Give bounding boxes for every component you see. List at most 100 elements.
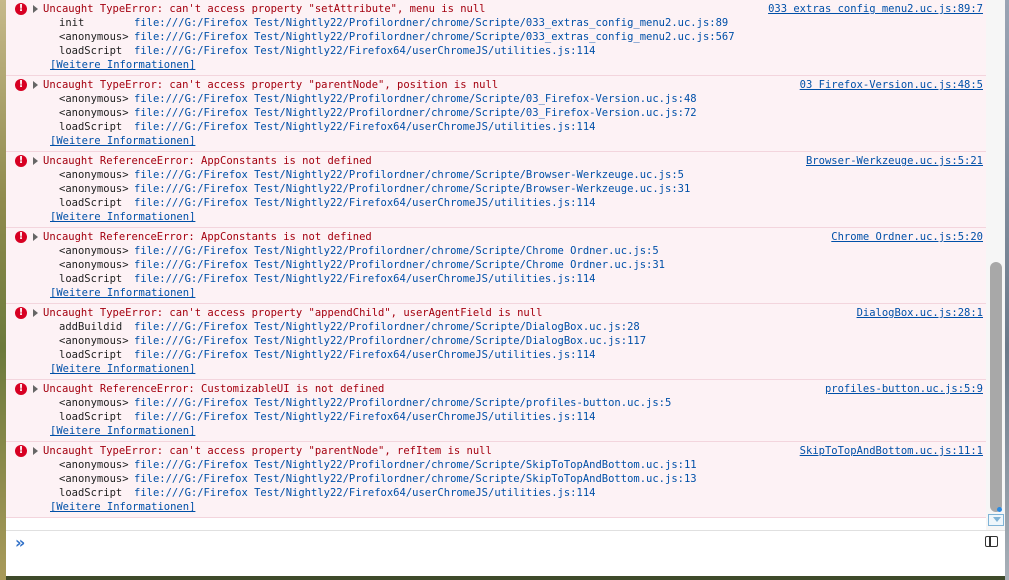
frame-location-link[interactable]: file:///G:/Firefox Test/Nightly22/Profil… <box>134 168 684 182</box>
more-info-link[interactable]: [Weitere Informationen] <box>50 210 195 224</box>
message-header: ! Uncaught TypeError: can't access proper… <box>6 2 986 16</box>
sidebar-toggle-icon[interactable] <box>985 536 998 547</box>
frame-function: <anonymous> <box>59 93 129 105</box>
frame-location-link[interactable]: file:///G:/Firefox Test/Nightly22/Profil… <box>134 92 697 106</box>
stack-frame: loadScript file:///G:/Firefox Test/Nightl… <box>6 44 986 58</box>
source-link[interactable]: 033 extras config menu2.uc.js:89:7 <box>768 2 983 16</box>
frame-location-link[interactable]: file:///G:/Firefox Test/Nightly22/Profil… <box>134 30 735 44</box>
frame-location-link[interactable]: file:///G:/Firefox Test/Nightly22/Profil… <box>134 244 659 258</box>
console-input[interactable] <box>38 535 942 557</box>
error-message-text: Uncaught TypeError: can't access propert… <box>43 307 543 319</box>
console-log: ! Uncaught TypeError: can't access proper… <box>6 0 986 530</box>
stack-frame: <anonymous> file:///G:/Firefox Test/Night… <box>6 168 986 182</box>
frame-function: loadScript <box>59 45 123 57</box>
more-info-row: [Weitere Informationen] <box>6 362 986 376</box>
frame-location-link[interactable]: file:///G:/Firefox Test/Nightly22/Firefo… <box>134 410 595 424</box>
console-message: ! Uncaught ReferenceError: CustomizableUI… <box>6 380 986 442</box>
more-info-row: [Weitere Informationen] <box>6 424 986 438</box>
more-info-link[interactable]: [Weitere Informationen] <box>50 362 195 376</box>
expand-triangle-icon[interactable] <box>33 447 38 455</box>
frame-function: <anonymous> <box>59 473 129 485</box>
message-header: ! Uncaught TypeError: can't access proper… <box>6 444 986 458</box>
more-info-link[interactable]: [Weitere Informationen] <box>50 500 195 514</box>
frame-location-link[interactable]: file:///G:/Firefox Test/Nightly22/Profil… <box>134 472 697 486</box>
prompt-chevron-icon: » <box>15 533 26 552</box>
more-info-row: [Weitere Informationen] <box>6 58 986 72</box>
expand-triangle-icon[interactable] <box>33 385 38 393</box>
stack-frame: addBuildid file:///G:/Firefox Test/Nightl… <box>6 320 986 334</box>
expand-triangle-icon[interactable] <box>33 309 38 317</box>
stack-frame: <anonymous> file:///G:/Firefox Test/Night… <box>6 106 986 120</box>
frame-location-link[interactable]: file:///G:/Firefox Test/Nightly22/Profil… <box>134 320 640 334</box>
frame-location-link[interactable]: file:///G:/Firefox Test/Nightly22/Firefo… <box>134 348 595 362</box>
stack-frame: loadScript file:///G:/Firefox Test/Nightl… <box>6 120 986 134</box>
frame-function: loadScript <box>59 273 123 285</box>
frame-function: <anonymous> <box>59 335 129 347</box>
more-info-link[interactable]: [Weitere Informationen] <box>50 424 195 438</box>
expand-triangle-icon[interactable] <box>33 233 38 241</box>
source-link[interactable]: Chrome Ordner.uc.js:5:20 <box>831 230 983 244</box>
stack-frame: <anonymous> file:///G:/Firefox Test/Night… <box>6 92 986 106</box>
more-info-row: [Weitere Informationen] <box>6 210 986 224</box>
frame-location-link[interactable]: file:///G:/Firefox Test/Nightly22/Firefo… <box>134 272 595 286</box>
stack-frame: <anonymous> file:///G:/Firefox Test/Night… <box>6 258 986 272</box>
frame-function: <anonymous> <box>59 183 129 195</box>
frame-function: <anonymous> <box>59 459 129 471</box>
stack-frame: <anonymous> file:///G:/Firefox Test/Night… <box>6 30 986 44</box>
frame-location-link[interactable]: file:///G:/Firefox Test/Nightly22/Profil… <box>134 334 646 348</box>
frame-location-link[interactable]: file:///G:/Firefox Test/Nightly22/Firefo… <box>134 196 595 210</box>
frame-function: init <box>59 17 85 29</box>
stack-frame: loadScript file:///G:/Firefox Test/Nightl… <box>6 348 986 362</box>
frame-location-link[interactable]: file:///G:/Firefox Test/Nightly22/Firefo… <box>134 44 595 58</box>
error-message-text: Uncaught ReferenceError: AppConstants is… <box>43 155 372 167</box>
console-message: ! Uncaught TypeError: can't access proper… <box>6 304 986 380</box>
frame-location-link[interactable]: file:///G:/Firefox Test/Nightly22/Profil… <box>134 396 671 410</box>
frame-location-link[interactable]: file:///G:/Firefox Test/Nightly22/Profil… <box>134 458 697 472</box>
stack-frame: <anonymous> file:///G:/Firefox Test/Night… <box>6 472 986 486</box>
error-message-text: Uncaught ReferenceError: CustomizableUI … <box>43 383 385 395</box>
frame-location-link[interactable]: file:///G:/Firefox Test/Nightly22/Firefo… <box>134 120 595 134</box>
console-input-bar: » <box>6 530 1005 576</box>
frame-function: <anonymous> <box>59 107 129 119</box>
error-icon: ! <box>15 307 27 319</box>
frame-location-link[interactable]: file:///G:/Firefox Test/Nightly22/Firefo… <box>134 486 595 500</box>
error-icon: ! <box>15 445 27 457</box>
error-icon: ! <box>15 3 27 15</box>
error-message-text: Uncaught TypeError: can't access propert… <box>43 445 492 457</box>
error-message-text: Uncaught TypeError: can't access propert… <box>43 3 486 15</box>
stack-frame: loadScript file:///G:/Firefox Test/Nightl… <box>6 486 986 500</box>
source-link[interactable]: 03 Firefox-Version.uc.js:48:5 <box>800 78 983 92</box>
source-link[interactable]: profiles-button.uc.js:5:9 <box>825 382 983 396</box>
more-info-link[interactable]: [Weitere Informationen] <box>50 286 195 300</box>
frame-location-link[interactable]: file:///G:/Firefox Test/Nightly22/Profil… <box>134 258 665 272</box>
frame-location-link[interactable]: file:///G:/Firefox Test/Nightly22/Profil… <box>134 182 690 196</box>
scrollbar-thumb[interactable] <box>990 262 1002 512</box>
source-link[interactable]: DialogBox.uc.js:28:1 <box>857 306 983 320</box>
more-info-row: [Weitere Informationen] <box>6 134 986 148</box>
scroll-to-bottom-button[interactable] <box>988 514 1004 526</box>
error-icon: ! <box>15 231 27 243</box>
error-icon: ! <box>15 79 27 91</box>
frame-location-link[interactable]: file:///G:/Firefox Test/Nightly22/Profil… <box>134 106 697 120</box>
more-info-link[interactable]: [Weitere Informationen] <box>50 134 195 148</box>
frame-function: <anonymous> <box>59 245 129 257</box>
more-info-link[interactable]: [Weitere Informationen] <box>50 58 195 72</box>
source-link[interactable]: Browser-Werkzeuge.uc.js:5:21 <box>806 154 983 168</box>
frame-function: <anonymous> <box>59 31 129 43</box>
console-message: ! Uncaught TypeError: can't access proper… <box>6 442 986 518</box>
error-icon: ! <box>15 155 27 167</box>
console-message: ! Uncaught ReferenceError: AppConstants i… <box>6 152 986 228</box>
expand-triangle-icon[interactable] <box>33 5 38 13</box>
console-message: ! Uncaught ReferenceError: AppConstants i… <box>6 228 986 304</box>
source-link[interactable]: SkipToTopAndBottom.uc.js:11:1 <box>800 444 983 458</box>
frame-function: loadScript <box>59 411 123 423</box>
message-header: ! Uncaught TypeError: can't access proper… <box>6 78 986 92</box>
frame-location-link[interactable]: file:///G:/Firefox Test/Nightly22/Profil… <box>134 16 728 30</box>
stack-frame: <anonymous> file:///G:/Firefox Test/Night… <box>6 396 986 410</box>
message-header: ! Uncaught ReferenceError: AppConstants i… <box>6 154 986 168</box>
console-message: ! Uncaught TypeError: can't access proper… <box>6 0 986 76</box>
expand-triangle-icon[interactable] <box>33 157 38 165</box>
expand-triangle-icon[interactable] <box>33 81 38 89</box>
more-info-row: [Weitere Informationen] <box>6 500 986 514</box>
stack-frame: init file:///G:/Firefox Test/Nightly22/Pr… <box>6 16 986 30</box>
